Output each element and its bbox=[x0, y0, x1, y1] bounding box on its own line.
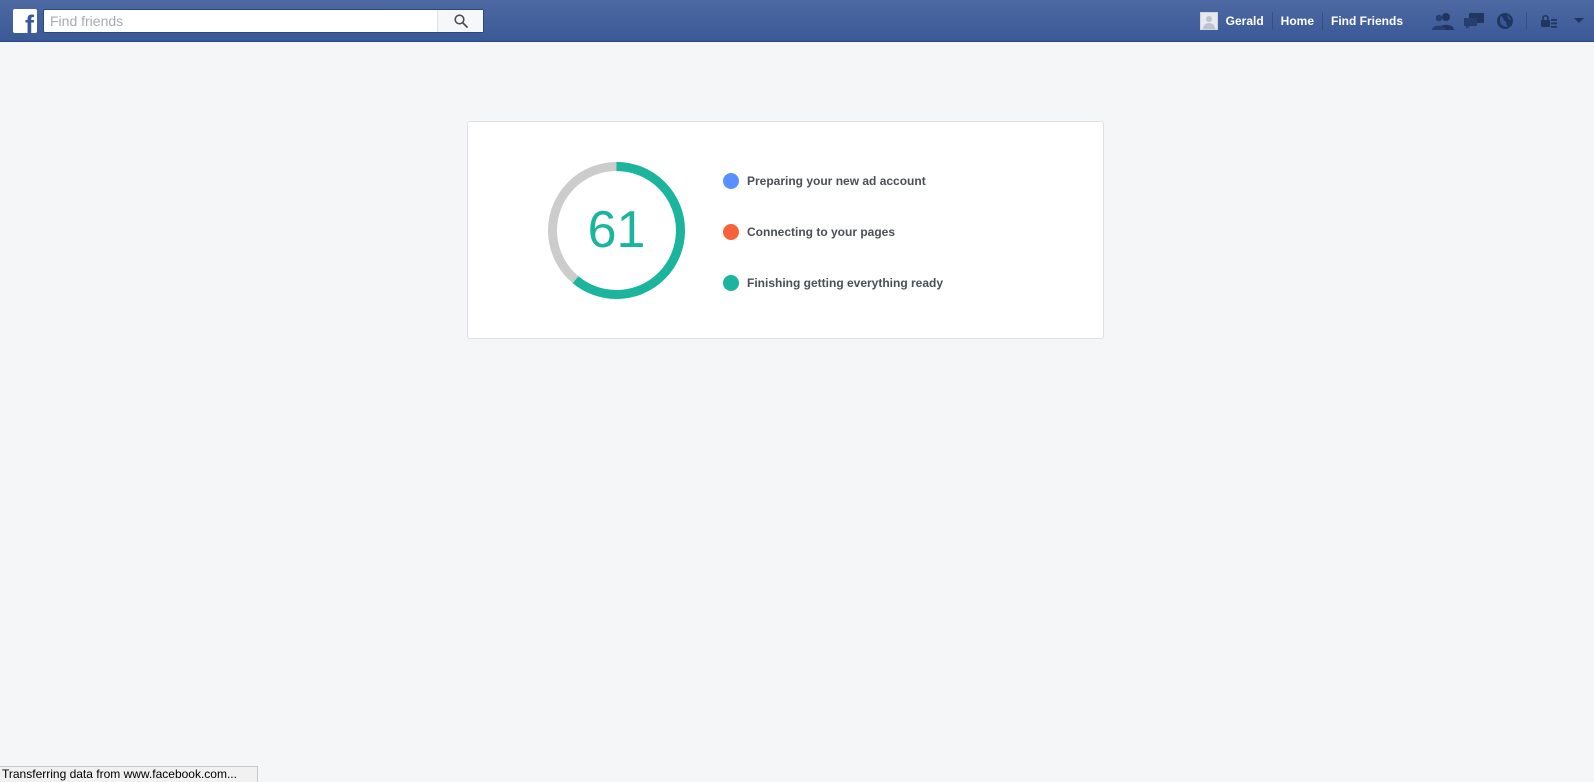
step-status-dot bbox=[723, 173, 739, 189]
step-label: Preparing your new ad account bbox=[747, 174, 926, 188]
step-status-dot bbox=[723, 275, 739, 291]
privacy-shortcuts-icon bbox=[1540, 14, 1557, 28]
step-label: Connecting to your pages bbox=[747, 225, 896, 239]
search-input[interactable] bbox=[44, 10, 438, 32]
step-item: Finishing getting everything ready bbox=[723, 274, 943, 292]
progress-percent-value: 61 bbox=[587, 201, 646, 259]
top-nav-right: Gerald Home Find Friends bbox=[1199, 0, 1594, 42]
privacy-shortcuts-button[interactable] bbox=[1533, 0, 1564, 42]
step-item: Connecting to your pages bbox=[723, 223, 943, 241]
step-item: Preparing your new ad account bbox=[723, 172, 943, 190]
notification-icons bbox=[1427, 0, 1594, 42]
friend-requests-button[interactable] bbox=[1427, 0, 1458, 42]
search-icon bbox=[453, 14, 468, 28]
browser-status-bar: Transferring data from www.facebook.com.… bbox=[0, 766, 258, 782]
friend-requests-icon bbox=[1431, 13, 1454, 30]
notifications-icon bbox=[1496, 13, 1513, 29]
step-label: Finishing getting everything ready bbox=[747, 276, 944, 290]
facebook-logo-icon[interactable]: f bbox=[13, 9, 37, 33]
account-menu-button[interactable] bbox=[1564, 0, 1594, 42]
profile-link[interactable]: Gerald bbox=[1226, 0, 1272, 42]
avatar[interactable] bbox=[1199, 12, 1218, 30]
messages-icon bbox=[1463, 13, 1484, 29]
logo-letter: f bbox=[25, 10, 34, 34]
search-button[interactable] bbox=[437, 10, 483, 32]
nav-divider bbox=[1526, 12, 1527, 30]
setup-steps-list: Preparing your new ad account Connecting… bbox=[723, 172, 943, 325]
step-status-dot bbox=[723, 224, 739, 240]
top-navigation-bar: f Gerald Home Find Friends bbox=[0, 0, 1594, 42]
chevron-down-icon bbox=[1574, 18, 1584, 23]
find-friends-link[interactable]: Find Friends bbox=[1323, 0, 1411, 42]
home-link[interactable]: Home bbox=[1273, 0, 1322, 42]
messages-button[interactable] bbox=[1458, 0, 1489, 42]
progress-card: 61 Preparing your new ad account Connect… bbox=[467, 121, 1104, 339]
search-box bbox=[43, 9, 484, 33]
notifications-button[interactable] bbox=[1489, 0, 1520, 42]
